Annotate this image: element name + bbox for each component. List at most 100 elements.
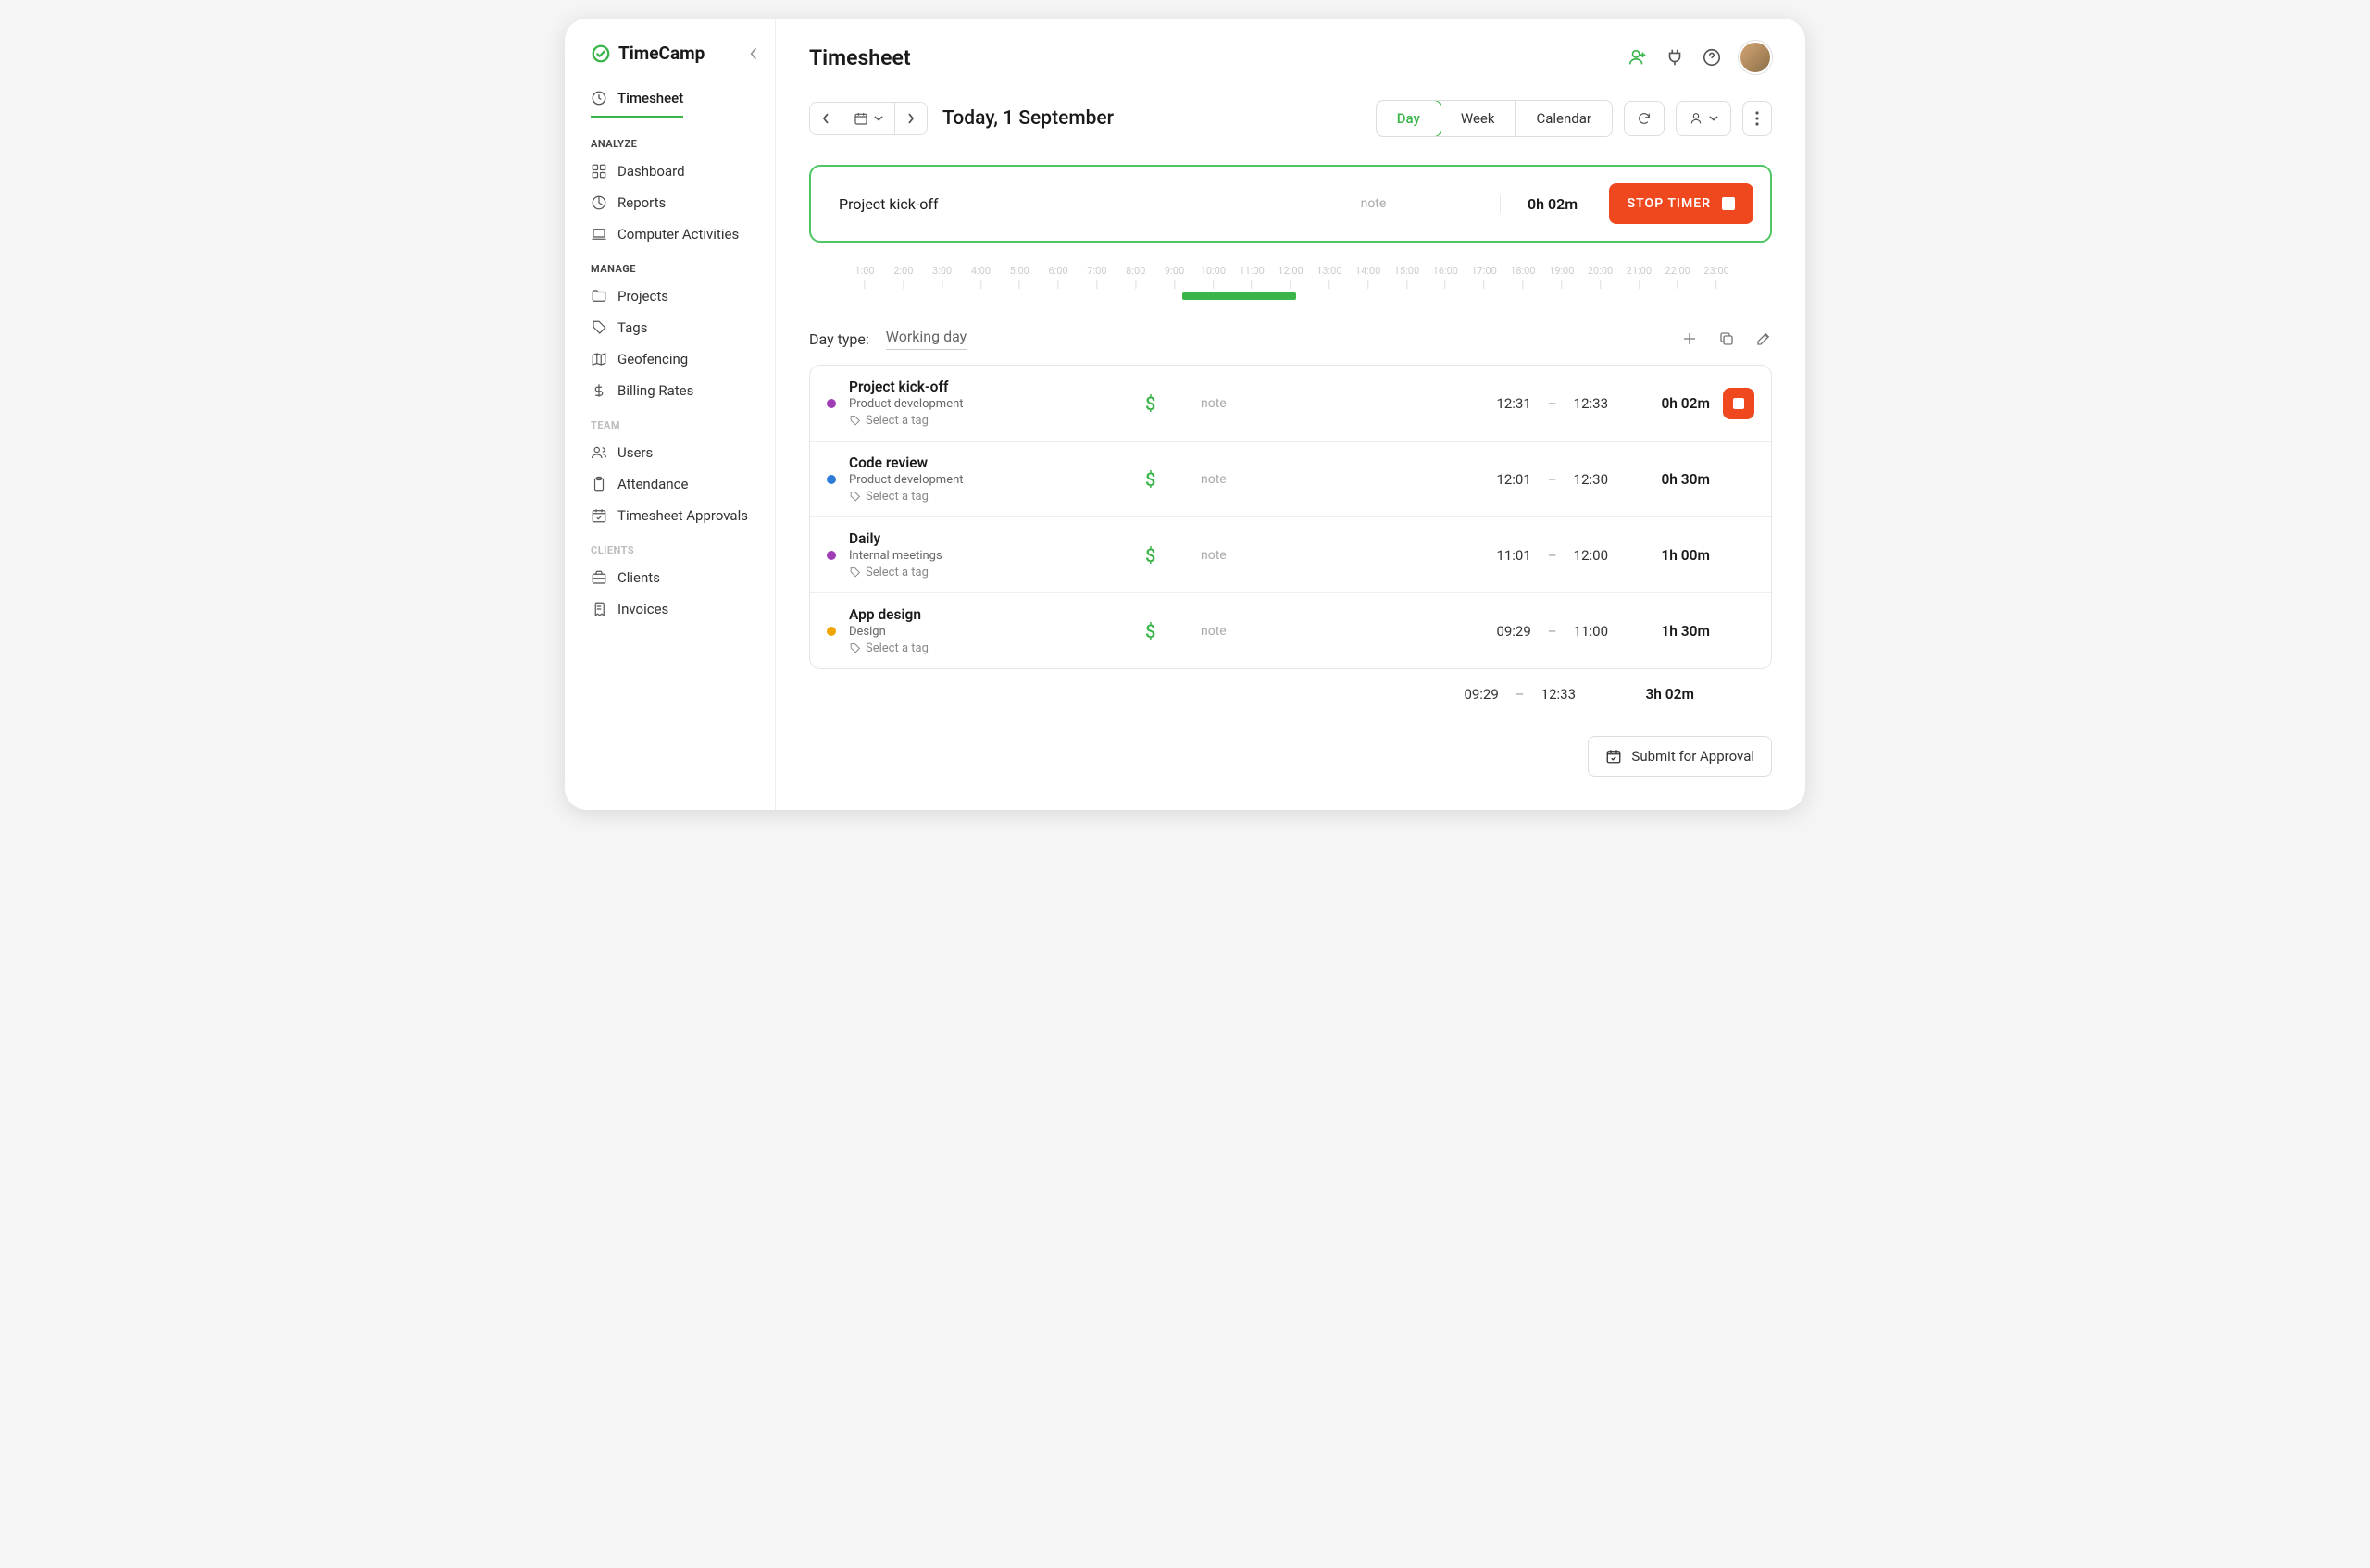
copy-entries-icon[interactable] <box>1718 330 1735 347</box>
add-user-icon[interactable] <box>1628 47 1648 68</box>
add-entry-icon[interactable] <box>1681 330 1698 347</box>
entry-note-input[interactable]: note <box>1201 396 1469 411</box>
timer-task-name[interactable]: Project kick-off <box>839 195 1361 213</box>
timeline-tick: 20:00 <box>1588 265 1613 289</box>
sidebar-item-attendance[interactable]: Attendance <box>565 468 775 500</box>
refresh-icon <box>1637 111 1652 126</box>
sidebar-collapse-button[interactable] <box>749 47 758 60</box>
billable-toggle[interactable]: $ <box>1145 392 1201 415</box>
entry-times: 12:01–12:30 <box>1469 471 1608 488</box>
more-options-button[interactable] <box>1742 101 1772 136</box>
view-week-button[interactable]: Week <box>1441 101 1516 136</box>
billable-toggle[interactable]: $ <box>1145 544 1201 566</box>
entry-note-input[interactable]: note <box>1201 624 1469 639</box>
dollar-icon <box>591 382 607 399</box>
sidebar-item-label: Reports <box>617 194 666 211</box>
entry-start-time[interactable]: 12:31 <box>1496 395 1530 412</box>
plug-icon[interactable] <box>1665 47 1685 68</box>
edit-entries-icon[interactable] <box>1755 330 1772 347</box>
sidebar-item-projects[interactable]: Projects <box>565 280 775 312</box>
entry-start-time[interactable]: 12:01 <box>1496 471 1530 488</box>
entry-note-input[interactable]: note <box>1201 548 1469 563</box>
entry-stop-button[interactable] <box>1723 388 1754 419</box>
entry-note-input[interactable]: note <box>1201 472 1469 487</box>
view-day-button[interactable]: Day <box>1376 100 1441 137</box>
sidebar-item-timesheet[interactable]: Timesheet <box>591 82 683 118</box>
sidebar-item-computer-activities[interactable]: Computer Activities <box>565 218 775 250</box>
entry-end-time[interactable]: 12:00 <box>1574 547 1608 564</box>
date-toolbar: Today, 1 September Day Week Calendar <box>809 100 1772 137</box>
entry-duration[interactable]: 1h 00m <box>1608 547 1710 564</box>
chevron-left-icon <box>749 47 758 60</box>
timeline-tick: 11:00 <box>1239 265 1264 289</box>
sidebar-item-clients[interactable]: Clients <box>565 562 775 593</box>
entry-duration[interactable]: 1h 30m <box>1608 623 1710 640</box>
entry-project[interactable]: Design <box>849 625 1145 639</box>
active-timer-panel: Project kick-off note 0h 02m STOP TIMER <box>809 165 1772 243</box>
billable-toggle[interactable]: $ <box>1145 468 1201 491</box>
day-type-value[interactable]: Working day <box>886 328 967 350</box>
sidebar-section-title: TEAM <box>565 406 775 437</box>
chevron-right-icon <box>906 113 916 124</box>
date-picker-button[interactable] <box>842 103 895 134</box>
entry-end-time[interactable]: 12:30 <box>1574 471 1608 488</box>
entry-start-time[interactable]: 09:29 <box>1496 623 1530 640</box>
time-entry-row: Code review Product development Select a t… <box>810 442 1771 517</box>
next-day-button[interactable] <box>895 103 927 134</box>
sidebar-item-reports[interactable]: Reports <box>565 187 775 218</box>
entry-tag-selector[interactable]: Select a tag <box>849 641 1145 655</box>
entry-end-time[interactable]: 12:33 <box>1574 395 1608 412</box>
sidebar-item-dashboard[interactable]: Dashboard <box>565 156 775 187</box>
entry-end-time[interactable]: 11:00 <box>1574 623 1608 640</box>
sidebar-item-tags[interactable]: Tags <box>565 312 775 343</box>
laptop-icon <box>591 226 607 243</box>
help-icon[interactable] <box>1702 47 1722 68</box>
topbar: Timesheet <box>809 41 1772 74</box>
entry-duration[interactable]: 0h 30m <box>1608 471 1710 488</box>
entry-times: 12:31 –12:33 <box>1469 395 1608 412</box>
timeline-tracked-bar[interactable] <box>1182 292 1296 300</box>
time-entry-row: App design Design Select a tag$note09:29–1… <box>810 593 1771 668</box>
tag-icon <box>849 642 861 654</box>
project-color-dot <box>827 399 836 408</box>
entry-tag-selector[interactable]: Select a tag <box>849 414 1145 428</box>
sidebar-item-users[interactable]: Users <box>565 437 775 468</box>
page-title: Timesheet <box>809 45 911 70</box>
sidebar-item-timesheet-approvals[interactable]: Timesheet Approvals <box>565 500 775 531</box>
prev-day-button[interactable] <box>810 103 842 134</box>
sidebar-item-invoices[interactable]: Invoices <box>565 593 775 625</box>
entry-title[interactable]: Daily <box>849 530 1145 547</box>
timeline-track[interactable]: 1:002:003:004:005:006:007:008:009:0010:0… <box>865 265 1716 305</box>
view-calendar-button[interactable]: Calendar <box>1516 101 1612 136</box>
project-color-dot <box>827 627 836 636</box>
timeline-tick: 6:00 <box>1048 265 1067 289</box>
sidebar-item-label: Users <box>617 444 653 461</box>
brand-logo[interactable]: TimeCamp <box>591 43 705 64</box>
billable-toggle[interactable]: $ <box>1145 620 1201 642</box>
entry-duration[interactable]: 0h 02m <box>1608 395 1710 412</box>
entry-times: 09:29–11:00 <box>1469 623 1608 640</box>
refresh-button[interactable] <box>1624 101 1665 136</box>
app-window: TimeCamp Timesheet ANALYZEDashboardRepor… <box>565 19 1805 810</box>
entry-title[interactable]: Code review <box>849 454 1145 471</box>
entry-title[interactable]: Project kick-off <box>849 379 1145 395</box>
sidebar-item-geofencing[interactable]: Geofencing <box>565 343 775 375</box>
dash: – <box>1548 395 1557 412</box>
totals-times: 09:29 – 12:33 <box>1437 686 1576 703</box>
submit-approval-button[interactable]: Submit for Approval <box>1588 736 1772 777</box>
timeline-tick: 1:00 <box>854 265 874 289</box>
dashboard-icon <box>591 163 607 180</box>
user-avatar[interactable] <box>1739 41 1772 74</box>
entry-project[interactable]: Product development <box>849 473 1145 487</box>
timer-note-input[interactable]: note <box>1361 196 1500 211</box>
sidebar-item-billing-rates[interactable]: Billing Rates <box>565 375 775 406</box>
entry-title[interactable]: App design <box>849 606 1145 623</box>
stop-timer-button[interactable]: STOP TIMER <box>1609 183 1753 224</box>
entry-tag-selector[interactable]: Select a tag <box>849 490 1145 504</box>
toolbar-left: Today, 1 September <box>809 102 1114 135</box>
entry-project[interactable]: Product development <box>849 397 1145 411</box>
entry-tag-selector[interactable]: Select a tag <box>849 566 1145 579</box>
user-filter-button[interactable] <box>1676 101 1731 136</box>
entry-start-time[interactable]: 11:01 <box>1496 547 1530 564</box>
entry-project[interactable]: Internal meetings <box>849 549 1145 563</box>
